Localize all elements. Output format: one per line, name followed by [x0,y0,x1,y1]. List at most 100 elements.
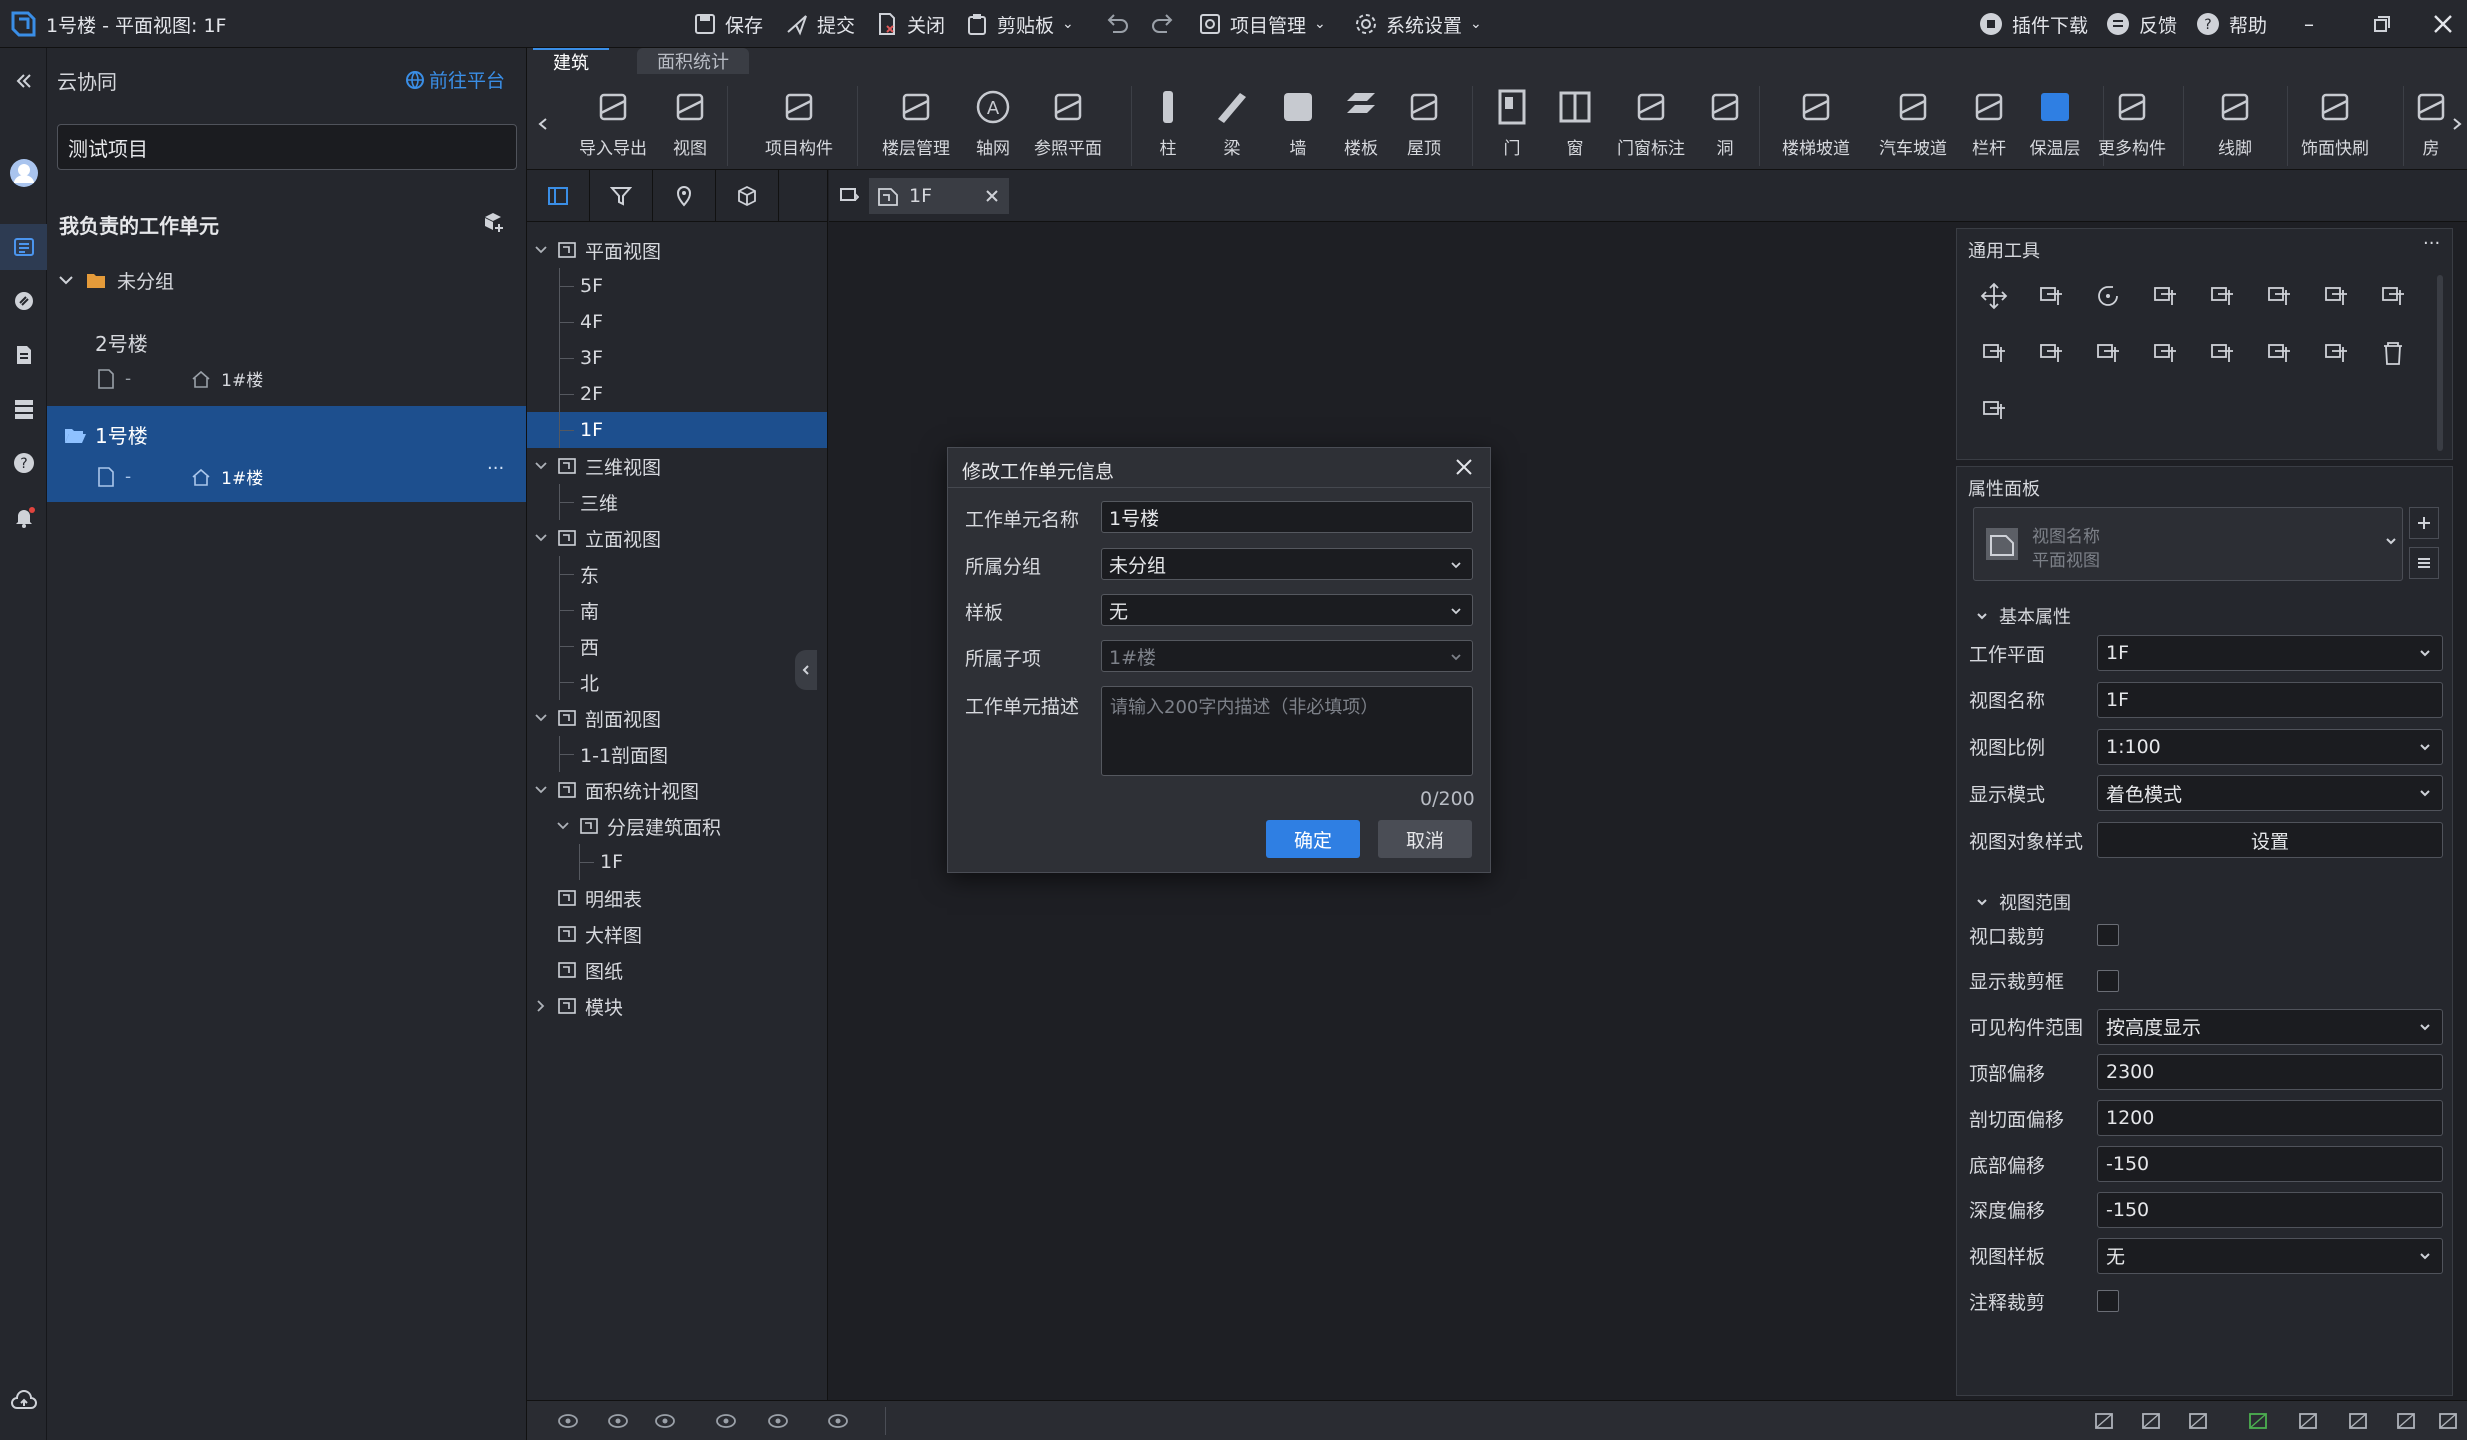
tree-node[interactable]: 图纸 [527,952,827,988]
tree-node[interactable]: 分层建筑面积 [527,808,827,844]
feedback-button[interactable]: 反馈 [2105,0,2177,48]
project-manage-menu[interactable]: 项目管理 ⌄ [1198,0,1326,48]
tools-more-button[interactable]: ··· [2423,233,2440,254]
redo-button[interactable] [1150,0,1176,48]
prop-checkbox[interactable] [2097,969,2119,992]
ribbon-stair-ramp-button[interactable]: 楼梯坡道 [1782,86,1850,159]
ribbon-reference-plane-button[interactable]: 参照平面 [1034,86,1102,159]
tree-node[interactable]: 1F [527,412,827,448]
tool-group-button[interactable] [2207,338,2237,368]
status-axis-button[interactable] [2297,1411,2319,1431]
prop-input[interactable]: 1200 [2097,1100,2443,1137]
plugin-download-button[interactable]: 插件下载 [1978,0,2088,48]
basic-section-header[interactable]: 基本属性 [1975,603,2071,629]
rail-worklist-button[interactable] [0,224,47,270]
restore-button[interactable] [2373,0,2391,48]
ribbon-import-export-button[interactable]: 导入导出 [579,86,647,159]
tool-break-button[interactable] [2093,338,2123,368]
tree-node[interactable]: 西 [527,628,827,664]
ribbon-more-components-button[interactable]: 更多构件 [2098,86,2166,159]
clipboard-menu[interactable]: 剪贴板 ⌄ [965,0,1074,48]
prop-input[interactable]: -150 [2097,1191,2443,1228]
tree-node[interactable]: 3F [527,340,827,376]
ribbon-floor-manage-button[interactable]: 楼层管理 [882,86,950,159]
tree-node[interactable]: 1-1剖面图 [527,736,827,772]
tree-node[interactable]: 东 [527,556,827,592]
tool-rotate-button[interactable] [2093,281,2123,311]
ribbon-wall-button[interactable]: 墙 [1268,86,1328,159]
status-render-button[interactable] [827,1411,849,1431]
status-ortho-button[interactable] [2187,1411,2209,1431]
status-eye-button[interactable] [767,1411,789,1431]
ribbon-scroll-right[interactable] [2451,116,2463,132]
rail-document-button[interactable] [0,332,47,378]
prop-select[interactable]: 按高度显示 [2097,1008,2443,1045]
prop-input[interactable]: -150 [2097,1146,2443,1182]
ribbon-car-ramp-button[interactable]: 汽车坡道 [1879,86,1947,159]
status-save-view-button[interactable] [2347,1411,2369,1431]
ribbon-finish-brush-button[interactable]: 饰面快刷 [2301,86,2369,159]
goto-platform-link[interactable]: 前往平台 [405,66,505,93]
tree-node[interactable]: 平面视图 [527,232,827,268]
group-row[interactable]: 未分组 [57,262,174,298]
rail-notification-button[interactable] [0,494,47,540]
template-select[interactable]: 无 [1101,594,1473,626]
range-section-header[interactable]: 视图范围 [1975,889,2071,915]
browser-location-button[interactable] [653,170,716,222]
ribbon-grid-button[interactable]: A 轴网 [963,86,1023,159]
tree-node[interactable]: 2F [527,376,827,412]
tool-scale-button[interactable] [2150,338,2180,368]
ribbon-insulation-button[interactable]: 保温层 [2025,86,2085,159]
ribbon-scroll-left[interactable] [537,116,549,132]
rail-server-button[interactable] [0,386,47,432]
prop-select[interactable]: 1:100 [2097,728,2443,765]
tree-node[interactable]: 三维 [527,484,827,520]
status-visibility-button[interactable] [557,1411,579,1431]
submit-button[interactable]: 提交 [785,0,855,48]
tool-measure-button[interactable] [1979,395,2009,425]
cancel-button[interactable]: 取消 [1378,820,1472,858]
tree-node[interactable]: 剖面视图 [527,700,827,736]
status-lightbulb-button[interactable] [715,1411,737,1431]
ribbon-project-components-button[interactable]: 项目构件 [765,86,833,159]
tab-switch-button[interactable] [839,186,859,204]
ribbon-slab-button[interactable]: 楼板 [1331,86,1391,159]
project-selector[interactable]: 测试项目 [57,124,517,170]
prop-input[interactable]: 2300 [2097,1054,2443,1091]
tab-architecture[interactable]: 建筑 [533,48,609,74]
ribbon-opening-button[interactable]: 洞 [1695,86,1755,159]
undo-button[interactable] [1104,0,1130,48]
sub-item-select[interactable]: 1#楼 [1101,640,1473,672]
tool-divide-button[interactable] [2036,338,2066,368]
prop-checkbox[interactable] [2097,1290,2119,1313]
desc-textarea[interactable]: 请输入200字内描述（非必填项） [1101,686,1473,776]
browser-view-button[interactable] [527,170,590,222]
ribbon-view-button[interactable]: 视图 [660,86,720,159]
unit-name-input[interactable]: 1号楼 [1101,501,1473,533]
tree-node[interactable]: 北 [527,664,827,700]
prop-settings-button[interactable]: 设置 [2097,822,2443,859]
prop-input[interactable]: 1F [2097,681,2443,718]
rail-help-button[interactable]: ? [0,440,47,486]
ribbon-column-button[interactable]: 柱 [1138,86,1198,159]
save-button[interactable]: 保存 [693,0,763,48]
status-list-button[interactable] [2140,1411,2162,1431]
tree-node[interactable]: 明细表 [527,880,827,916]
tree-node[interactable]: 三维视图 [527,448,827,484]
tree-node[interactable]: 5F [527,268,827,304]
tool-trim-button[interactable] [2378,281,2408,311]
browser-3d-button[interactable] [716,170,779,222]
status-link-button[interactable] [2247,1411,2269,1431]
unit-more-button[interactable]: ··· [487,458,504,479]
collapse-panel-button[interactable] [0,58,47,104]
tool-split-button[interactable] [2264,281,2294,311]
tree-node[interactable]: 1F [527,844,827,880]
work-unit-item[interactable]: 2号楼 - 1#楼 [47,316,526,406]
tool-align-button[interactable] [2150,281,2180,311]
ribbon-window-button[interactable]: 窗 [1545,86,1605,159]
ok-button[interactable]: 确定 [1266,820,1360,858]
view-tab-1f[interactable]: 1F [869,178,1009,214]
tree-node[interactable]: 立面视图 [527,520,827,556]
tool-extend-button[interactable] [2321,281,2351,311]
group-select[interactable]: 未分组 [1101,548,1473,580]
